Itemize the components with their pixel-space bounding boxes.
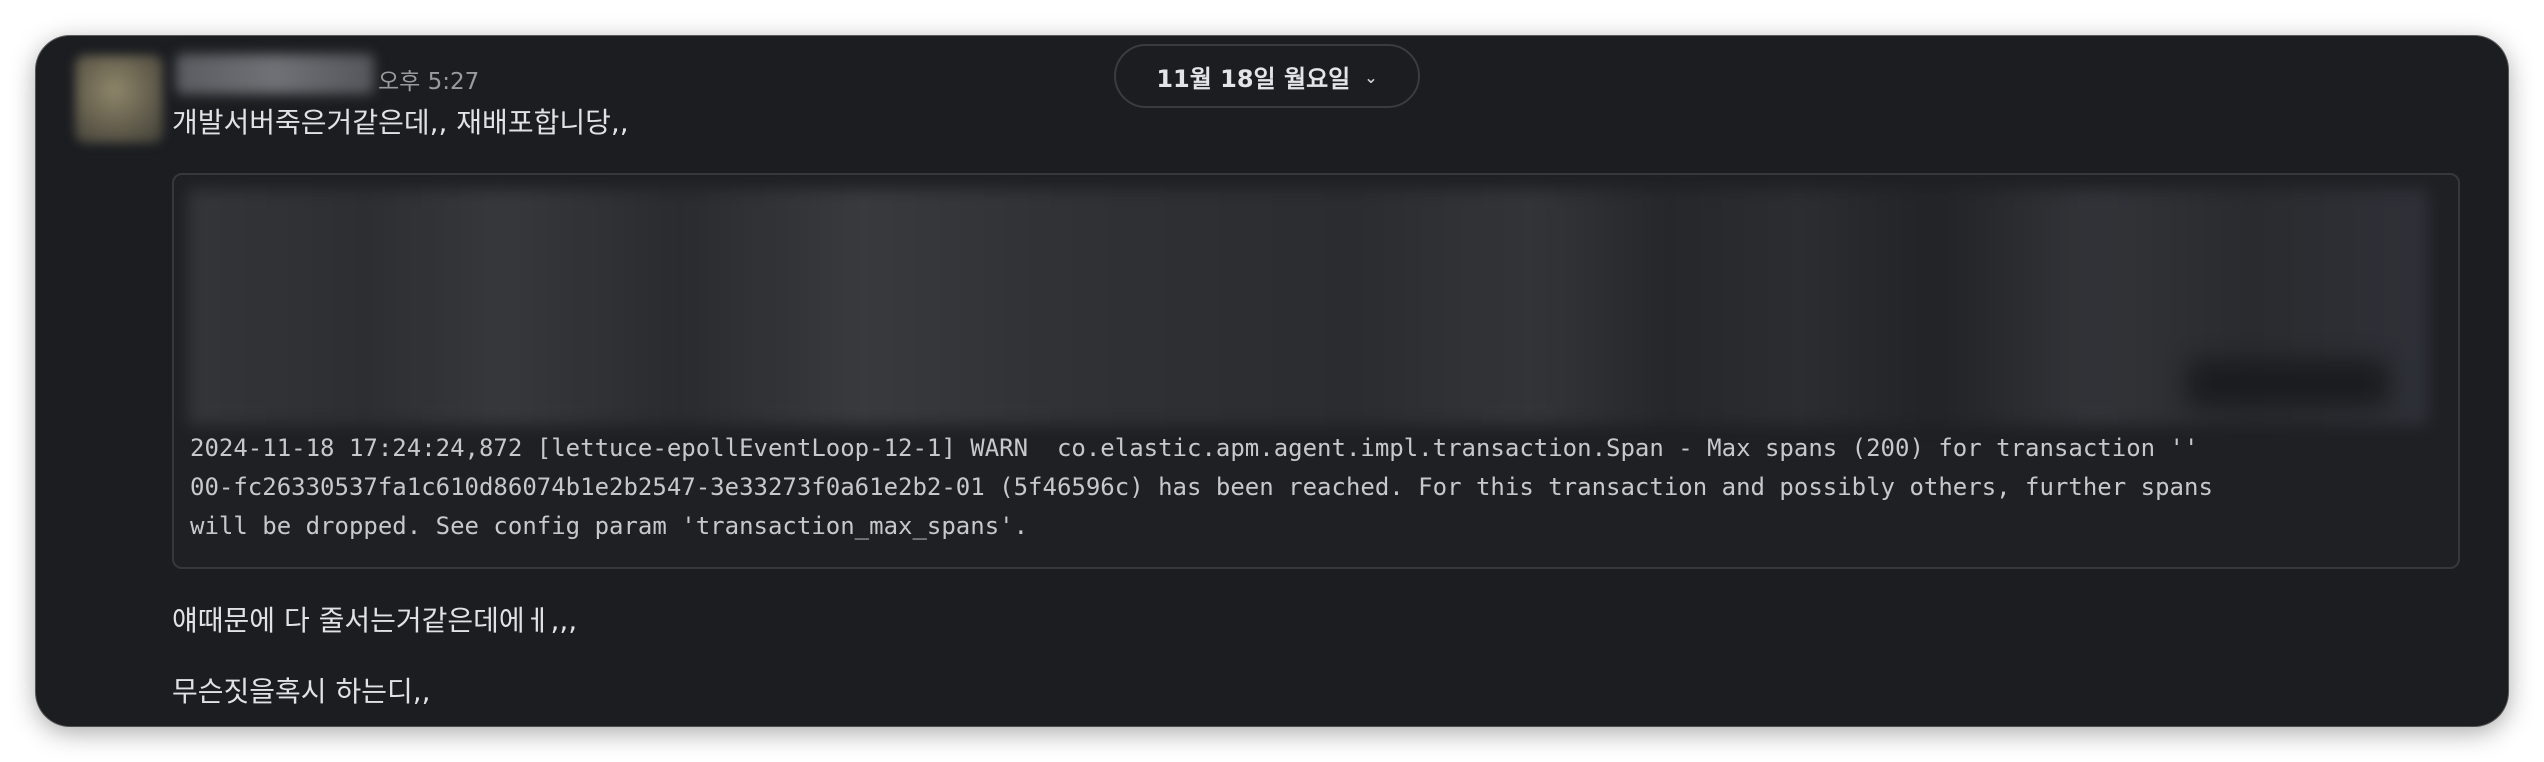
- log-line: 2024-11-18 17:24:24,872 [lettuce-epollEv…: [190, 434, 2199, 462]
- log-text: 2024-11-18 17:24:24,872 [lettuce-epollEv…: [190, 429, 2440, 546]
- log-line: will be dropped. See config param 'trans…: [190, 512, 1029, 540]
- date-divider-button[interactable]: 11월 18일 월요일 ⌄: [1114, 44, 1420, 108]
- avatar[interactable]: [75, 55, 163, 143]
- message-timestamp[interactable]: 오후 5:27: [378, 62, 479, 96]
- message-text: 무슨짓을혹시 하는디,,: [172, 675, 431, 708]
- date-divider-label: 11월 18일 월요일: [1156, 64, 1351, 93]
- chevron-down-icon: ⌄: [1364, 67, 1378, 87]
- message-text: 얘때문에 다 줄서는거같은데에ㅔ,,,: [172, 604, 578, 637]
- log-line: 00-fc26330537fa1c610d86074b1e2b2547-3e33…: [190, 473, 2213, 501]
- chat-window: 오후 5:27 11월 18일 월요일 ⌄ 개발서버죽은거같은데,, 재배포합니…: [36, 36, 2508, 726]
- redacted-image: [188, 189, 2428, 425]
- message-text: 개발서버죽은거같은데,, 재배포합니당,,: [172, 106, 629, 139]
- sender-name-redacted[interactable]: [176, 54, 374, 94]
- code-block: 2024-11-18 17:24:24,872 [lettuce-epollEv…: [172, 173, 2460, 569]
